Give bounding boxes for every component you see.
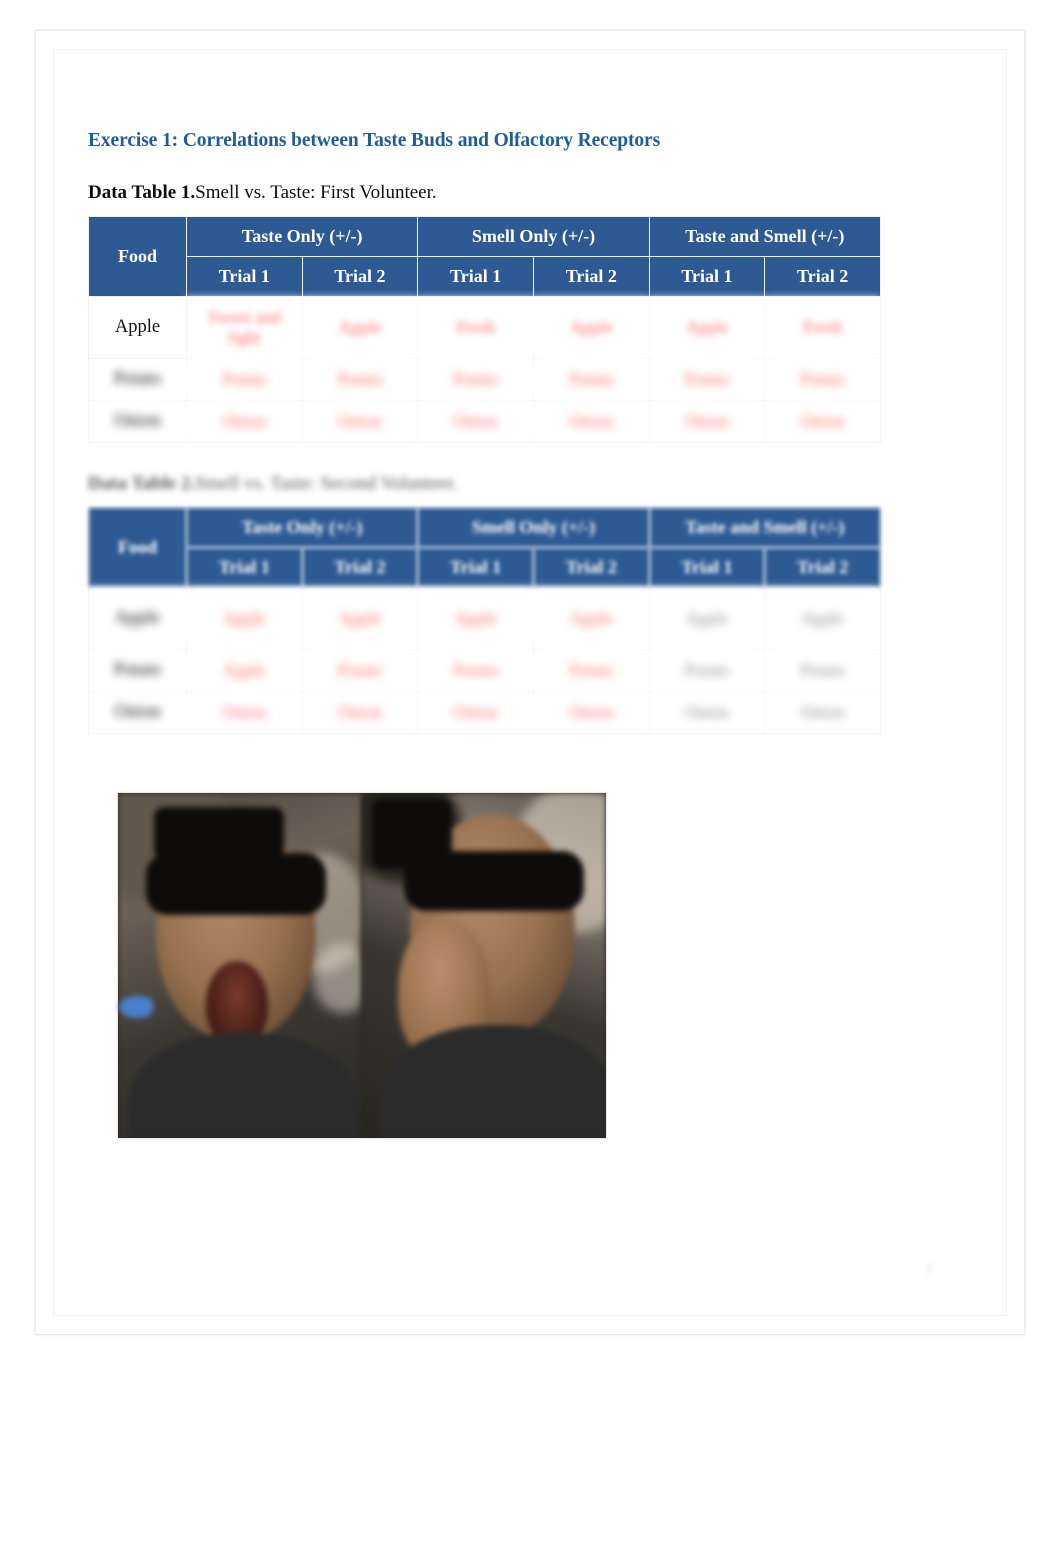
data-table-2-wrapper: Data Table 2.Smell vs. Taste: Second Vol…: [88, 473, 888, 734]
row-food-label: Onion: [88, 691, 187, 734]
row-trial-cell: Potato: [648, 649, 766, 692]
table2-head: Food Taste Only (+/-) Smell Only (+/-) T…: [88, 507, 882, 588]
row-trial-cell: Potato: [764, 358, 881, 401]
table2-header-smell-trial2: Trial 2: [532, 547, 650, 588]
row-trial-cell: Potato: [301, 649, 419, 692]
row-trial-cell: Sweet and light: [186, 296, 303, 359]
row-trial-cell: Apple: [417, 587, 534, 650]
table2-header-both-trial2: Trial 2: [764, 547, 881, 588]
row-food-label: Apple: [88, 296, 187, 359]
table2-header-both-trial1: Trial 1: [648, 547, 766, 588]
row-trial-cell: Onion: [301, 400, 419, 443]
row-trial-cell: Apple: [648, 296, 766, 359]
row-trial-cell: Potato: [417, 358, 534, 401]
table2-body: Apple Apple Apple Apple Apple Apple Apple Potat…: [88, 587, 881, 734]
row-food-label: Onion: [88, 400, 187, 443]
table2-caption-rest: Smell vs. Taste: Second Volunteer.: [195, 473, 458, 494]
row-trial-cell: Fresh: [417, 296, 534, 359]
photo-selection-marker[interactable]: [119, 996, 153, 1018]
document-content: Exercise 1: Correlations between Taste B…: [88, 130, 888, 734]
row-trial-cell: Onion: [648, 691, 766, 734]
row-trial-cell: Potato: [648, 358, 766, 401]
table1-head: Food Taste Only (+/-) Smell Only (+/-) T…: [88, 216, 882, 297]
row-trial-cell: Apple: [648, 587, 766, 650]
table1-header-smell-trial1: Trial 1: [417, 256, 534, 297]
row-trial-cell: Onion: [301, 691, 419, 734]
table2-header-taste-trial1: Trial 1: [186, 547, 303, 588]
row-trial-cell: Onion: [417, 400, 534, 443]
table1-body: Apple Sweet and light Apple Fresh Apple Apple F…: [88, 296, 881, 443]
row-trial-cell: Onion: [417, 691, 534, 734]
row-trial-cell: Onion: [532, 691, 650, 734]
row-trial-cell: Potato: [532, 358, 650, 401]
table-row: Apple Apple Apple Apple Apple Apple Apple: [88, 587, 881, 650]
table-row: Apple Sweet and light Apple Fresh Apple Apple F…: [88, 296, 881, 359]
row-trial-cell: Onion: [532, 400, 650, 443]
table-row: Potato Potato Potato Potato Potato Potato Pota…: [88, 358, 881, 401]
table1-header-taste-trial1: Trial 1: [186, 256, 303, 297]
table2-header-taste-trial2: Trial 2: [301, 547, 419, 588]
table1-header-taste-trial2: Trial 2: [301, 256, 419, 297]
row-trial-cell: Apple: [764, 587, 881, 650]
table2-caption: Data Table 2.Smell vs. Taste: Second Vol…: [88, 473, 888, 495]
table2-header-taste-and-smell: Taste and Smell (+/-): [648, 507, 882, 548]
row-food-label: Potato: [88, 358, 187, 401]
row-trial-cell: Fresh: [764, 296, 881, 359]
row-trial-cell: Potato: [301, 358, 419, 401]
table2-header-smell-only: Smell Only (+/-): [417, 507, 650, 548]
volunteer-photo: [118, 793, 606, 1138]
table1-header-taste-and-smell: Taste and Smell (+/-): [648, 216, 882, 257]
row-trial-cell: Potato: [186, 358, 303, 401]
table1-caption-lead: Data Table 1.: [88, 182, 196, 203]
table-row: Onion Onion Onion Onion Onion Onion Onion: [88, 400, 881, 443]
table2-header-taste-only: Taste Only (+/-): [185, 507, 419, 548]
exercise-heading: Exercise 1: Correlations between Taste B…: [88, 130, 661, 151]
row-trial-cell: Apple: [301, 587, 419, 650]
table1-caption-rest: Smell vs. Taste: First Volunteer.: [195, 182, 437, 203]
table-row: Potato Apple Potato Potato Potato Potato Potat…: [88, 649, 881, 692]
row-food-label: Potato: [88, 649, 187, 692]
row-trial-cell: Apple: [186, 649, 303, 692]
table1-header-taste-only: Taste Only (+/-): [185, 216, 419, 257]
row-trial-cell: Onion: [186, 400, 303, 443]
table1-header-smell-only: Smell Only (+/-): [417, 216, 650, 257]
row-trial-cell: Onion: [186, 691, 303, 734]
table-row: Onion Onion Onion Onion Onion Onion Onion: [88, 691, 881, 734]
table1-header-smell-trial2: Trial 2: [532, 256, 650, 297]
row-trial-cell: Onion: [764, 400, 881, 443]
row-food-label: Apple: [88, 587, 187, 650]
volunteer-photo-right: [362, 793, 606, 1138]
data-table-1: Food Taste Only (+/-) Smell Only (+/-) T…: [88, 216, 882, 443]
table1-header-both-trial2: Trial 2: [764, 256, 881, 297]
table2-header-food: Food: [88, 507, 187, 588]
table1-header-food: Food: [88, 216, 187, 297]
data-table-2: Food Taste Only (+/-) Smell Only (+/-) T…: [88, 507, 882, 734]
row-trial-cell: Potato: [532, 649, 650, 692]
table1-trial-header-row: Trial 1 Trial 2 Trial 1 Trial 2 Trial 1 …: [89, 256, 881, 297]
row-trial-cell: Potato: [417, 649, 534, 692]
row-trial-cell: Apple: [532, 296, 650, 359]
table1-caption: Data Table 1.Smell vs. Taste: First Volu…: [88, 182, 888, 204]
row-trial-cell: Apple: [532, 587, 650, 650]
row-trial-cell: Apple: [186, 587, 303, 650]
table2-trial-header-row: Trial 1 Trial 2 Trial 1 Trial 2 Trial 1 …: [89, 547, 881, 588]
table1-group-header-row: Food Taste Only (+/-) Smell Only (+/-) T…: [88, 216, 882, 297]
table2-header-smell-trial1: Trial 1: [417, 547, 534, 588]
row-trial-cell: Apple: [301, 296, 419, 359]
table1-header-both-trial1: Trial 1: [648, 256, 766, 297]
table2-caption-lead: Data Table 2.: [88, 473, 196, 494]
row-trial-cell: Onion: [648, 400, 766, 443]
page-number: 1: [926, 1262, 933, 1277]
row-trial-cell: Onion: [764, 691, 881, 734]
volunteer-photo-left: [118, 793, 362, 1138]
table2-group-header-row: Food Taste Only (+/-) Smell Only (+/-) T…: [88, 507, 882, 588]
row-trial-cell: Potato: [764, 649, 881, 692]
